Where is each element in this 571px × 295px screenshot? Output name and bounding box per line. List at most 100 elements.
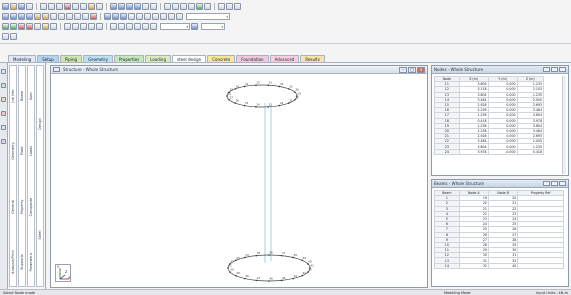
select-nodes-icon[interactable] [2,13,9,20]
view-top-icon[interactable] [126,3,133,10]
torsion-icon[interactable] [142,23,149,30]
support-icon[interactable] [2,23,9,30]
moment-icon[interactable] [118,23,125,30]
solid-icon[interactable] [188,3,195,10]
loading-page-icon[interactable] [1,111,6,116]
shear-icon[interactable] [126,23,133,30]
bottom-ring[interactable]: 414243444546474849505152535455 56 57585960 [227,251,314,282]
shade-icon[interactable] [168,13,175,20]
nodes-table-scrollbar[interactable] [562,76,566,174]
label-icon[interactable] [160,13,167,20]
panel-minimize-button[interactable] [543,181,550,186]
table-cell[interactable]: 14 [434,262,460,269]
view-side-icon[interactable] [118,3,125,10]
load-icon[interactable] [10,23,17,30]
pan-icon[interactable] [150,3,157,10]
intersect-icon[interactable] [90,13,97,20]
vertical-tab-spec[interactable]: Spec [29,91,33,100]
select-solids-icon[interactable] [26,13,33,20]
toggle-panel-icon[interactable] [2,33,9,40]
tree-view-icon[interactable] [10,33,17,40]
job-info-icon[interactable] [1,69,6,74]
vertical-tab-analysis-print[interactable]: Analysis/Print [11,250,15,274]
panel-close-button[interactable] [559,181,566,186]
top-ring[interactable]: 19202122232425262728293031 32 33 343536 [226,81,301,108]
vertical-tab-plate[interactable]: Plate [20,147,24,156]
reaction-icon[interactable] [150,23,157,30]
undo-icon[interactable] [72,3,79,10]
load-case-apply-icon[interactable] [191,23,198,30]
measure-icon[interactable] [152,13,159,20]
release-icon[interactable] [50,23,57,30]
results-icon[interactable] [204,3,211,10]
vertical-tab-composite[interactable]: Composite [29,197,33,216]
member-load-icon[interactable] [18,23,25,30]
table-row[interactable]: 14 32 40 [434,262,564,269]
zoom-in-icon[interactable] [104,13,111,20]
grid-icon[interactable] [226,3,233,10]
help-icon[interactable] [218,3,225,10]
design-page-icon[interactable] [1,139,6,144]
magnify-icon[interactable] [144,13,151,20]
vertical-tab-property[interactable]: Property [20,199,24,214]
select-beams-icon[interactable] [10,13,17,20]
zoom-window-icon[interactable] [88,3,95,10]
deflection-icon[interactable] [110,23,117,30]
beams-table[interactable]: Beam Node A Node B Property Ref 1 19 20 2 20 21 3… [434,189,564,269]
units-dropdown[interactable]: ▾ [201,23,225,30]
plate-icon[interactable] [180,3,187,10]
delete-icon[interactable] [64,3,71,10]
zoom-extents-icon[interactable] [120,13,127,20]
vertical-tab-design[interactable]: Design [38,117,42,129]
paste-icon[interactable] [56,3,63,10]
table-cell[interactable]: 0.418 [516,148,545,155]
save-icon[interactable] [18,3,25,10]
minimize-button[interactable]: – [399,67,407,73]
maximize-button[interactable]: □ [408,67,416,73]
panel-maximize-button[interactable] [551,181,558,186]
property-icon[interactable] [42,23,49,30]
table-row[interactable]: 24 3.978 -0.000 0.418 [434,148,545,155]
table-cell[interactable] [517,262,564,269]
panel-minimize-button[interactable] [543,67,550,72]
vertical-tab-general[interactable]: General [11,200,15,214]
display-icon[interactable] [136,13,143,20]
table-cell[interactable]: -0.000 [487,148,518,155]
select-icon[interactable] [96,3,103,10]
redo-icon[interactable] [80,3,87,10]
labels-toggle-icon[interactable] [80,23,87,30]
load-case-dropdown[interactable]: ▾ [160,23,190,30]
nodes-table[interactable]: Node X (m) Y (m) Z (m) 11 3.804 0.000 1.235 12-… [434,75,545,155]
analysis-page-icon[interactable] [1,125,6,130]
structure-drawing[interactable]: 19202122232425262728293031 32 33 343536 414… [51,75,427,288]
structure-diagram-icon[interactable] [176,13,183,20]
node-load-icon[interactable] [26,23,33,30]
translational-repeat-icon[interactable] [74,13,81,20]
zoom-out-icon[interactable] [112,13,119,20]
area-load-icon[interactable] [34,23,41,30]
stresses-icon[interactable] [88,23,95,30]
property-page-icon[interactable] [1,97,6,102]
circular-repeat-icon[interactable] [82,13,89,20]
beam-icon[interactable] [172,3,179,10]
print-icon[interactable] [26,3,33,10]
cursor-icon[interactable] [50,13,57,20]
rotate-icon[interactable] [142,3,149,10]
table-cell[interactable]: 40 [487,262,519,269]
vertical-tab-supports[interactable]: Supports [20,254,24,270]
select-geometry-icon[interactable] [34,13,41,20]
panel-close-button[interactable] [559,67,566,72]
toolbar-dropdown[interactable]: ▾ [186,13,230,20]
close-button[interactable]: × [417,67,425,73]
mirror-icon[interactable] [66,13,73,20]
axial-icon[interactable] [134,23,141,30]
structure-viewport[interactable]: Structure - Whole Structure – □ × 19 20 21… [50,65,428,288]
cut-icon[interactable] [40,3,47,10]
snap-icon[interactable] [234,3,241,10]
table-cell[interactable]: 24 [434,148,460,155]
view-front-icon[interactable] [110,3,117,10]
vertical-tab-steel[interactable]: Steel [38,230,42,239]
run-analysis-icon[interactable] [196,3,203,10]
node-icon[interactable] [164,3,171,10]
vertical-tab-job-info[interactable]: Job Info [11,89,15,102]
